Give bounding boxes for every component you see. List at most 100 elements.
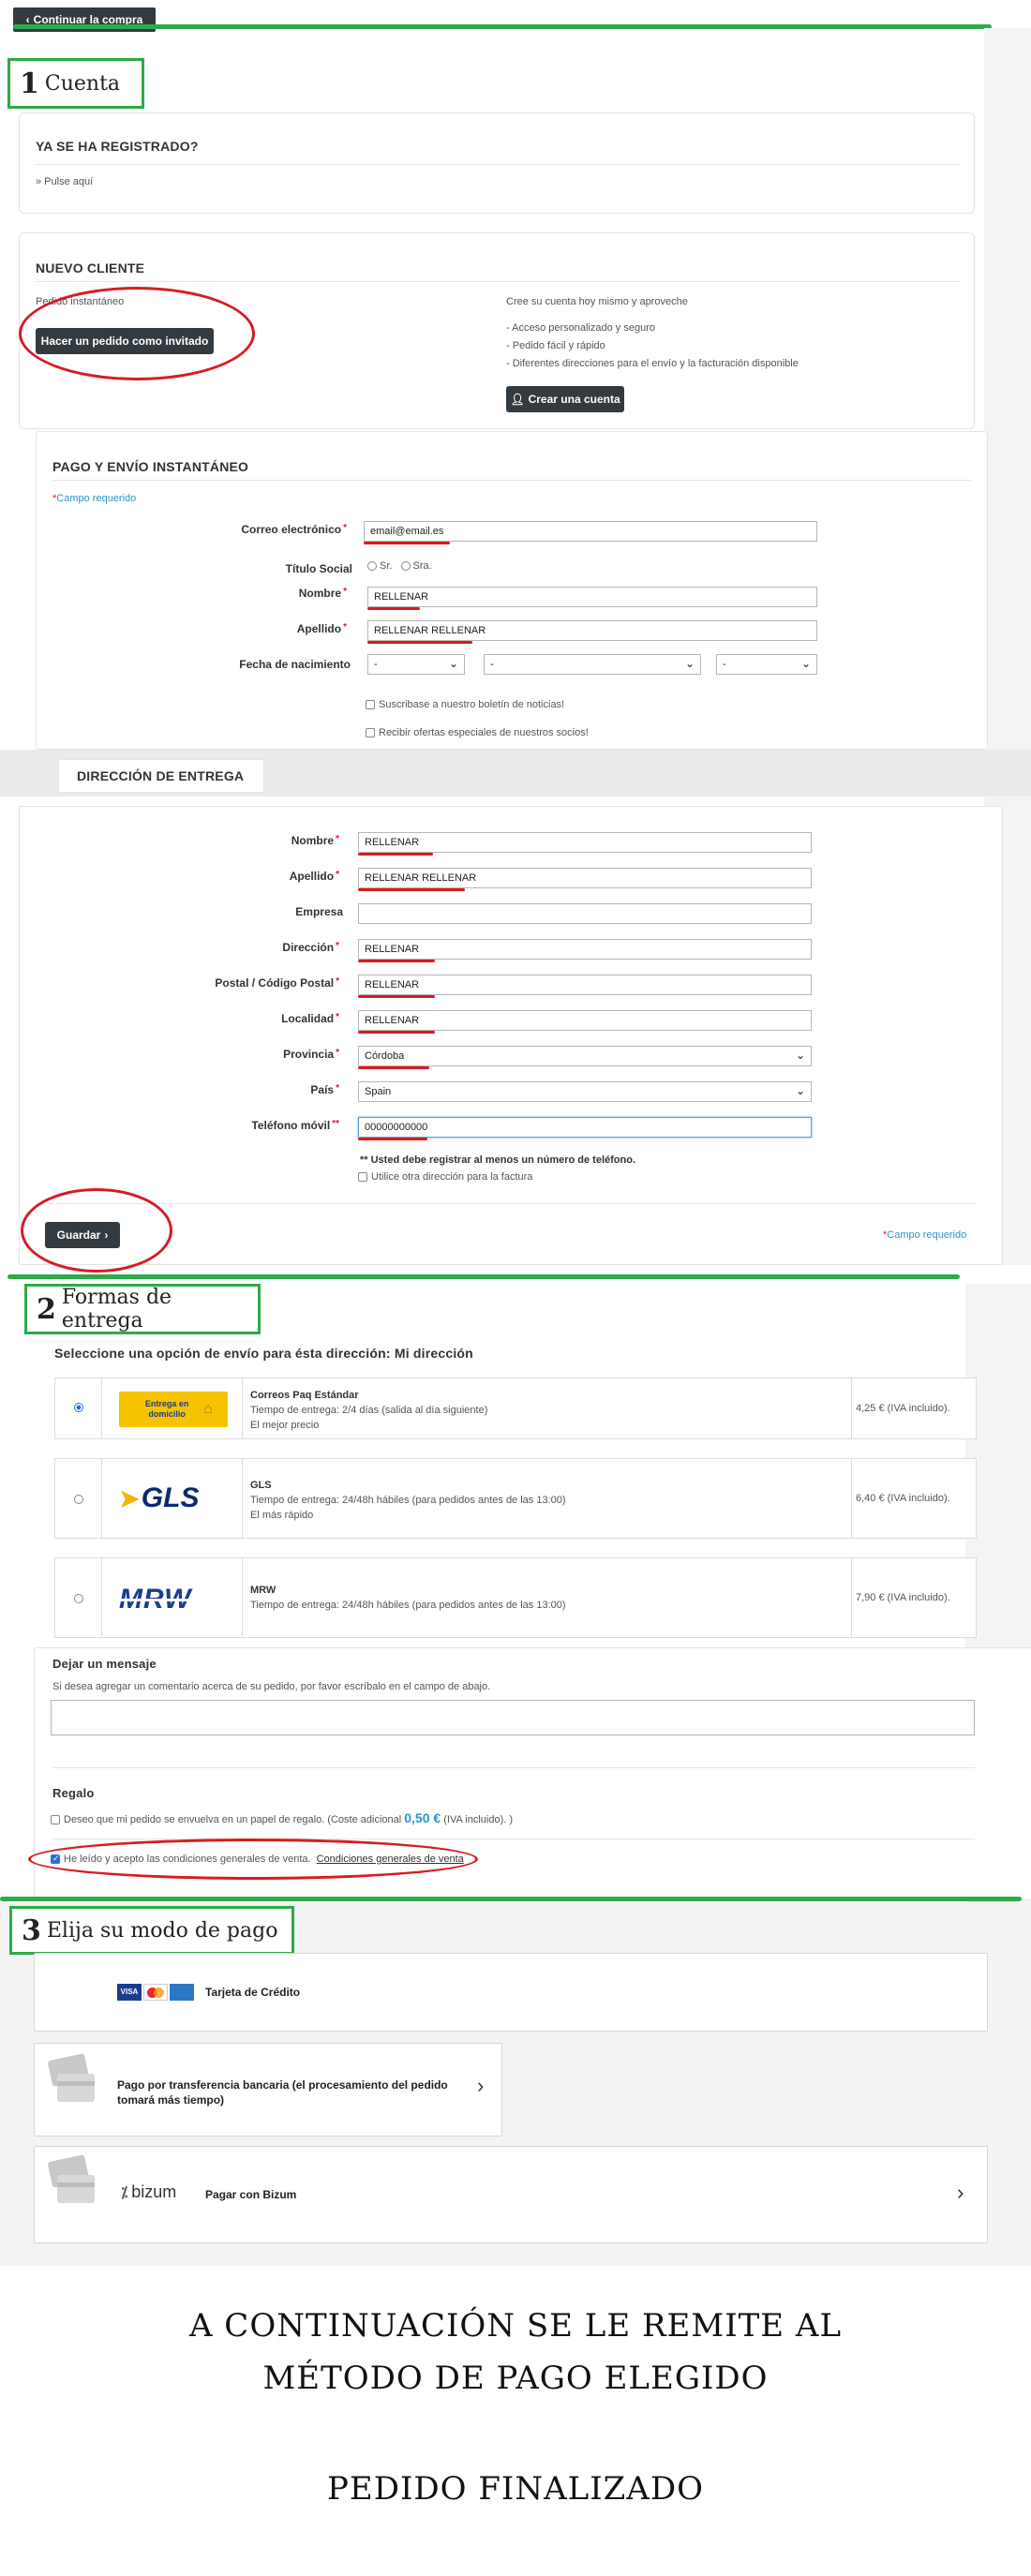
birth-day-select[interactable]: - ⌄ xyxy=(367,654,465,675)
name-field[interactable]: RELLENAR xyxy=(367,587,817,607)
bizum-label: Pagar con Bizum xyxy=(205,2188,297,2201)
instant-order-label: Pedido instantáneo xyxy=(36,296,125,307)
carrier-time: Tiempo de entrega: 24/48h hábiles (para … xyxy=(250,1495,566,1506)
card-logos-icon: VISA xyxy=(117,1984,194,2001)
d-surname-label: Apellido * xyxy=(289,870,339,883)
carrier-option[interactable]: Entrega en domicilio ⌂ Correos Paq Están… xyxy=(54,1377,977,1439)
required-note: *Campo requerido xyxy=(52,493,137,504)
chevron-right-icon: › xyxy=(104,1228,109,1242)
d-phone-label: Teléfono móvil ** xyxy=(251,1119,339,1132)
carrier-time: Tiempo de entrega: 24/48h hábiles (para … xyxy=(250,1600,566,1611)
d-phone-field[interactable]: 00000000000 xyxy=(358,1117,812,1138)
d-company-label: Empresa xyxy=(295,905,343,918)
d-province-label: Provincia * xyxy=(283,1048,339,1061)
red-underline xyxy=(358,960,435,962)
surname-label: Apellido * xyxy=(296,622,347,635)
terms-link[interactable]: Condiciones generales de venta xyxy=(317,1854,464,1865)
d-city-label: Localidad * xyxy=(281,1012,339,1025)
carrier-radio[interactable] xyxy=(74,1495,83,1504)
info-cell xyxy=(243,1558,852,1637)
d-province-select[interactable]: Córdoba ⌄ xyxy=(358,1046,812,1066)
offers-checkbox[interactable]: Recibir ofertas especiales de nuestros s… xyxy=(366,727,589,738)
benefit-item: - Acceso personalizado y seguro xyxy=(506,322,655,334)
carrier-price: 6,40 € (IVA incluido). xyxy=(856,1493,950,1504)
d-company-field[interactable] xyxy=(358,903,812,924)
registered-link[interactable]: » Pulse aquí xyxy=(36,176,93,187)
bank-transfer-option[interactable]: Pago por transferencia bancaria (el proc… xyxy=(34,2043,502,2137)
carrier-radio[interactable] xyxy=(74,1403,83,1412)
gls-arrow-icon: ➤ xyxy=(119,1483,140,1512)
radio-sra[interactable] xyxy=(400,561,411,572)
section3-heading: 3 Elija su modo de pago xyxy=(9,1906,294,1955)
registered-title: YA SE HA REGISTRADO? xyxy=(36,139,199,154)
next-step-line1: A CONTINUACIÓN SE LE REMITE AL xyxy=(188,2307,843,2345)
user-icon: 👤︎ xyxy=(510,393,525,406)
birthdate-label: Fecha de nacimiento xyxy=(239,658,351,671)
email-label: Correo electrónico * xyxy=(241,523,347,536)
guest-order-button[interactable]: Hacer un pedido como invitado xyxy=(36,328,214,354)
surname-field[interactable]: RELLENAR RELLENAR xyxy=(367,620,817,641)
delivery-title: DIRECCIÓN DE ENTREGA xyxy=(77,768,245,783)
chevron-down-icon: ⌄ xyxy=(795,1049,805,1062)
bank-transfer-label: Pago por transferencia bancaria (el proc… xyxy=(117,2078,448,2107)
mrw-logo: MRW xyxy=(119,1584,192,1615)
radio-sr[interactable] xyxy=(367,561,377,572)
carrier-radio[interactable] xyxy=(74,1594,83,1603)
benefit-item: - Diferentes direcciones para el envío y… xyxy=(506,358,799,369)
red-underline xyxy=(367,641,472,644)
separator-line xyxy=(0,1897,1022,1901)
d-name-field[interactable]: RELLENAR xyxy=(358,832,812,853)
carrier-option[interactable]: ➤ GLS GLS Tiempo de entrega: 24/48h hábi… xyxy=(54,1458,977,1539)
carrier-extra: El más rápido xyxy=(250,1510,314,1521)
d-surname-field[interactable]: RELLENAR RELLENAR xyxy=(358,868,812,888)
chevron-right-icon: › xyxy=(957,2181,964,2204)
divider xyxy=(52,1767,975,1768)
carrier-price: 7,90 € (IVA incluido). xyxy=(856,1592,950,1603)
birth-year-select[interactable]: - ⌄ xyxy=(716,654,817,675)
other-address-checkbox[interactable]: Utilice otra dirección para la factura xyxy=(358,1171,532,1183)
divider xyxy=(37,1203,975,1204)
gls-logo: ➤ GLS xyxy=(119,1482,200,1513)
newsletter-checkbox[interactable]: Suscribase a nuestro boletín de noticias… xyxy=(366,699,564,710)
carrier-name: Correos Paq Estándar xyxy=(250,1390,359,1401)
title-label: Título Social xyxy=(285,562,352,575)
card-payment-icon xyxy=(47,2154,95,2214)
correos-logo: Entrega en domicilio ⌂ xyxy=(119,1392,228,1427)
divider xyxy=(36,281,960,282)
create-account-button[interactable]: 👤︎ Crear una cuenta xyxy=(506,386,624,412)
d-address-label: Dirección * xyxy=(282,941,339,954)
name-label: Nombre * xyxy=(298,587,347,600)
order-finished: PEDIDO FINALIZADO xyxy=(327,2470,704,2508)
separator-line xyxy=(13,24,992,29)
credit-card-option[interactable]: VISA Tarjeta de Crédito xyxy=(34,1953,988,2032)
d-address-field[interactable]: RELLENAR xyxy=(358,939,812,960)
red-underline xyxy=(358,995,435,998)
carrier-name: GLS xyxy=(250,1480,272,1491)
carrier-price: 4,25 € (IVA incluido). xyxy=(856,1403,950,1414)
red-underline xyxy=(364,542,450,544)
bizum-option[interactable]: ⁒ bizum Pagar con Bizum › xyxy=(34,2146,988,2243)
d-country-label: País * xyxy=(310,1083,339,1096)
email-field[interactable]: email@email.es xyxy=(364,521,817,542)
message-textarea[interactable] xyxy=(51,1700,975,1735)
section2-heading: 2 Formas de entrega xyxy=(24,1284,261,1334)
carrier-name: MRW xyxy=(250,1585,276,1596)
message-title: Dejar un mensaje xyxy=(52,1657,157,1671)
bizum-logo: ⁒ bizum xyxy=(121,2182,177,2201)
chevron-down-icon: ⌄ xyxy=(800,657,811,670)
save-button[interactable]: Guardar › xyxy=(45,1222,120,1248)
d-postal-label: Postal / Código Postal * xyxy=(215,976,339,990)
section1-heading: 1 Cuenta xyxy=(7,58,144,109)
terms-checkbox[interactable]: He leído y acepto las condiciones genera… xyxy=(51,1854,464,1865)
birth-month-select[interactable]: - ⌄ xyxy=(484,654,701,675)
d-city-field[interactable]: RELLENAR xyxy=(358,1010,812,1031)
divider xyxy=(36,164,960,165)
d-postal-field[interactable]: RELLENAR xyxy=(358,975,812,995)
d-name-label: Nombre * xyxy=(291,834,339,847)
d-country-select[interactable]: Spain ⌄ xyxy=(358,1081,812,1102)
gift-checkbox[interactable]: Deseo que mi pedido se envuelva en un pa… xyxy=(51,1810,513,1825)
credit-card-label: Tarjeta de Crédito xyxy=(205,1986,301,1999)
carrier-option[interactable]: MRW MRW Tiempo de entrega: 24/48h hábile… xyxy=(54,1557,977,1638)
carrier-extra: El mejor precio xyxy=(250,1420,320,1431)
message-help: Si desea agregar un comentario acerca de… xyxy=(52,1681,491,1692)
